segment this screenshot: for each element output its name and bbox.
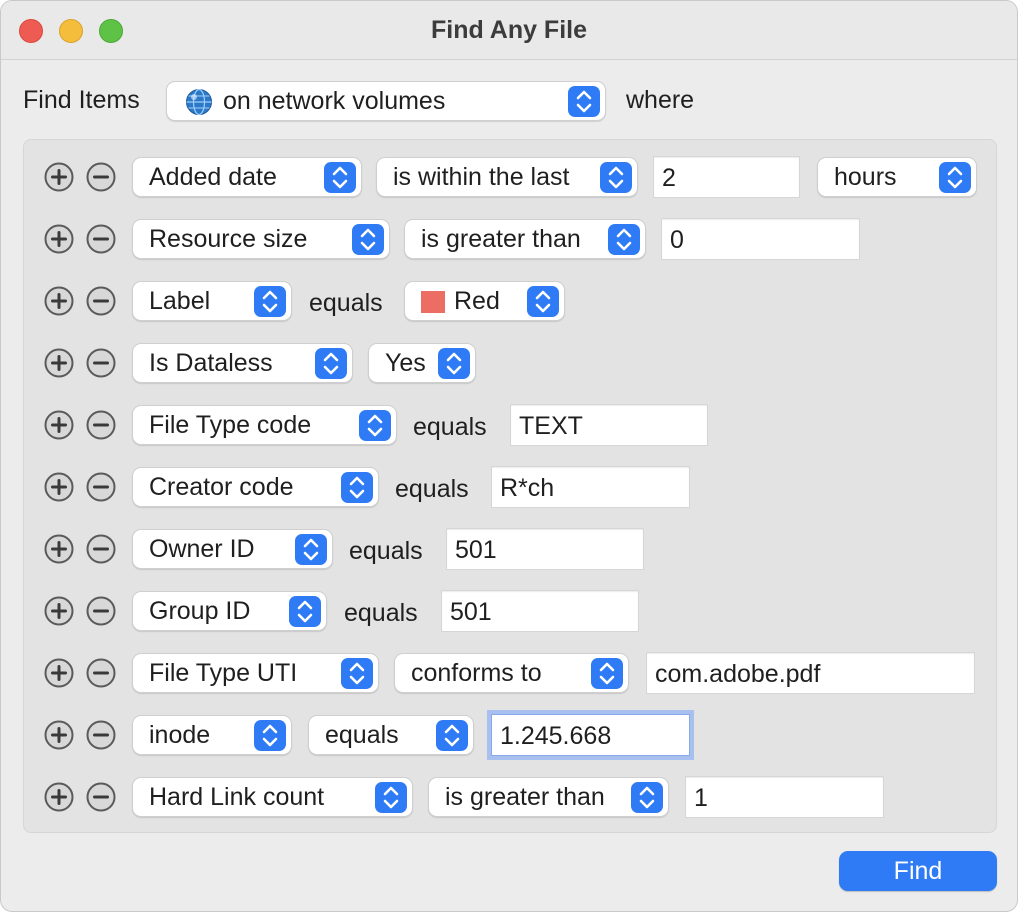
minus-circle-icon[interactable] bbox=[86, 162, 116, 192]
field-popup[interactable]: File Type code bbox=[132, 405, 397, 445]
chevron-updown-icon bbox=[315, 348, 347, 379]
field-popup[interactable]: Owner ID bbox=[132, 529, 333, 569]
plus-circle-icon[interactable] bbox=[44, 410, 74, 440]
value-popup[interactable]: Yes bbox=[368, 343, 476, 383]
minus-circle-icon[interactable] bbox=[86, 596, 116, 626]
chevron-updown-icon bbox=[324, 162, 356, 193]
window-title: Find Any File bbox=[430, 16, 588, 44]
minus-circle-icon[interactable] bbox=[86, 472, 116, 502]
field-popup[interactable]: Creator code bbox=[132, 467, 379, 507]
field-popup[interactable]: Hard Link count bbox=[132, 777, 413, 817]
plus-circle-icon[interactable] bbox=[44, 472, 74, 502]
find-any-file-window: Find Any File Find Items on network volu… bbox=[0, 0, 1018, 912]
plus-circle-icon[interactable] bbox=[44, 286, 74, 316]
chevron-updown-icon bbox=[295, 534, 327, 565]
plus-circle-icon[interactable] bbox=[44, 658, 74, 688]
chevron-updown-icon bbox=[254, 286, 286, 317]
chevron-updown-icon bbox=[375, 782, 407, 813]
value-field[interactable]: 501 bbox=[441, 590, 639, 632]
chevron-updown-icon bbox=[631, 782, 663, 813]
plus-circle-icon[interactable] bbox=[44, 534, 74, 564]
value-field[interactable]: 1 bbox=[685, 776, 884, 818]
chevron-updown-icon bbox=[341, 658, 373, 689]
unit-popup[interactable]: hours bbox=[817, 157, 977, 197]
value-field[interactable]: R*ch bbox=[491, 466, 690, 508]
field-popup[interactable]: Resource size bbox=[132, 219, 390, 259]
operator-popup[interactable]: is greater than bbox=[428, 777, 669, 817]
chevron-updown-icon bbox=[436, 720, 468, 751]
minus-circle-icon[interactable] bbox=[86, 782, 116, 812]
field-popup[interactable]: Group ID bbox=[132, 591, 327, 631]
minus-circle-icon[interactable] bbox=[86, 658, 116, 688]
find-items-label: Find Items bbox=[23, 86, 140, 114]
chevron-updown-icon bbox=[600, 162, 632, 193]
where-label: where bbox=[626, 86, 695, 114]
operator-label: equals bbox=[395, 475, 469, 503]
operator-popup[interactable]: is within the last bbox=[376, 157, 638, 197]
operator-label: equals bbox=[309, 289, 383, 317]
value-field[interactable]: 0 bbox=[661, 218, 860, 260]
minus-circle-icon[interactable] bbox=[86, 224, 116, 254]
chevron-updown-icon bbox=[939, 162, 971, 193]
chevron-updown-icon bbox=[352, 224, 384, 255]
plus-circle-icon[interactable] bbox=[44, 782, 74, 812]
field-popup[interactable]: Added date bbox=[132, 157, 362, 197]
chevron-updown-icon bbox=[254, 720, 286, 751]
operator-popup[interactable]: conforms to bbox=[394, 653, 629, 693]
chevron-updown-icon bbox=[438, 348, 470, 379]
operator-popup[interactable]: is greater than bbox=[404, 219, 646, 259]
globe-icon bbox=[186, 88, 212, 116]
value-field-focused[interactable]: 1.245.668 bbox=[491, 714, 690, 756]
operator-label: equals bbox=[413, 413, 487, 441]
field-popup[interactable]: Label bbox=[132, 281, 292, 321]
operator-label: equals bbox=[349, 537, 423, 565]
minus-circle-icon[interactable] bbox=[86, 534, 116, 564]
plus-circle-icon[interactable] bbox=[44, 162, 74, 192]
chevron-updown-icon bbox=[568, 86, 600, 117]
chevron-updown-icon bbox=[341, 472, 373, 503]
minus-circle-icon[interactable] bbox=[86, 720, 116, 750]
value-field[interactable]: 2 bbox=[653, 156, 800, 198]
field-popup[interactable]: Is Dataless bbox=[132, 343, 353, 383]
scope-value: on network volumes bbox=[223, 87, 446, 115]
chevron-updown-icon bbox=[591, 658, 623, 689]
plus-circle-icon[interactable] bbox=[44, 224, 74, 254]
value-field[interactable]: com.adobe.pdf bbox=[646, 652, 975, 694]
scope-popup[interactable]: on network volumes bbox=[166, 81, 606, 121]
chevron-updown-icon bbox=[608, 224, 640, 255]
minus-circle-icon[interactable] bbox=[86, 410, 116, 440]
value-field[interactable]: 501 bbox=[446, 528, 644, 570]
minus-circle-icon[interactable] bbox=[86, 286, 116, 316]
operator-label: equals bbox=[344, 599, 418, 627]
find-button[interactable]: Find bbox=[839, 851, 997, 891]
plus-circle-icon[interactable] bbox=[44, 720, 74, 750]
label-color-swatch bbox=[421, 291, 445, 313]
plus-circle-icon[interactable] bbox=[44, 596, 74, 626]
operator-popup[interactable]: equals bbox=[308, 715, 474, 755]
title-bar: Find Any File bbox=[1, 1, 1017, 60]
label-color-popup[interactable]: Red bbox=[404, 281, 565, 321]
chevron-updown-icon bbox=[289, 596, 321, 627]
value-field[interactable]: TEXT bbox=[510, 404, 708, 446]
plus-circle-icon[interactable] bbox=[44, 348, 74, 378]
minus-circle-icon[interactable] bbox=[86, 348, 116, 378]
chevron-updown-icon bbox=[527, 286, 559, 317]
chevron-updown-icon bbox=[359, 410, 391, 441]
field-popup[interactable]: inode bbox=[132, 715, 292, 755]
field-popup[interactable]: File Type UTI bbox=[132, 653, 379, 693]
